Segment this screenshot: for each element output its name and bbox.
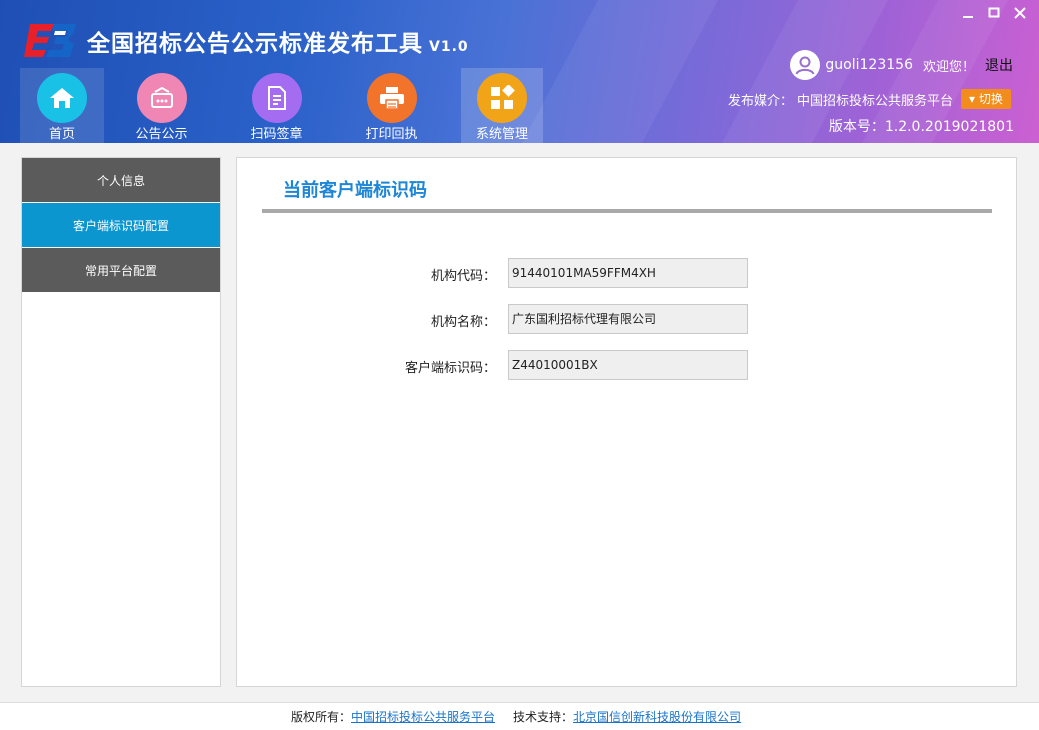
nav-system-management-label: 系统管理 (475, 127, 528, 142)
title-divider (262, 209, 992, 213)
nav-system-management[interactable]: 系统管理 (461, 68, 543, 143)
nav-announcement[interactable]: 公告公示 (104, 68, 219, 143)
minimize-button[interactable] (959, 4, 977, 22)
build-version: 版本号：1.2.0.2019021801 (828, 119, 1014, 135)
copyright-label: 版权所有： (291, 710, 352, 724)
page-title: 当前客户端标识码 (283, 180, 427, 201)
app-title-text: 全国招标公告公示标准发布工具 (87, 31, 423, 57)
nav-print-receipt-label: 打印回执 (365, 127, 418, 142)
org-code-field[interactable]: 91440101MA59FFM4XH (508, 258, 748, 288)
client-id-field[interactable]: Z44010001BX (508, 350, 748, 380)
app-version-tag: V1.0 (429, 39, 469, 55)
sidebar: 个人信息 客户端标识码配置 常用平台配置 (21, 157, 221, 687)
support-link[interactable]: 北京国信创新科技股份有限公司 (573, 710, 741, 724)
media-value: 中国招标投标公共服务平台 (797, 93, 954, 109)
nav-announcement-circle (136, 73, 187, 123)
sidebar-item-label: 个人信息 (96, 173, 145, 188)
nav-scan-sign-label: 扫码签章 (250, 127, 303, 142)
sidebar-item-label: 常用平台配置 (84, 263, 157, 278)
main-nav: 首页 公告公示 扫码签章 打印回执 系统管理 (20, 68, 543, 143)
form-row-org-code: 机构代码： 91440101MA59FFM4XH (237, 258, 1018, 288)
window-controls (959, 4, 1029, 22)
username: guoli123156 (825, 57, 913, 73)
maximize-icon (988, 7, 1000, 18)
org-code-label: 机构代码： (430, 269, 496, 284)
minimize-icon (963, 16, 973, 18)
printer-icon (379, 87, 404, 110)
sidebar-item-label: 客户端标识码配置 (72, 218, 169, 233)
close-button[interactable] (1011, 4, 1029, 22)
nav-scan-sign[interactable]: 扫码签章 (219, 68, 334, 143)
nav-home[interactable]: 首页 (20, 68, 104, 143)
app-title: 全国招标公告公示标准发布工具 V1.0 (87, 24, 469, 58)
welcome-text: 欢迎您！ (922, 59, 975, 75)
media-label: 发布媒介： (728, 93, 794, 109)
org-name-label: 机构名称： (430, 315, 496, 330)
user-area: guoli123156 欢迎您！ 退出 (790, 50, 1013, 80)
nav-announcement-label: 公告公示 (135, 127, 188, 142)
logout-link[interactable]: 退出 (985, 55, 1013, 75)
nav-system-management-circle (477, 73, 527, 123)
app-logo-icon (24, 24, 76, 57)
switch-media-button[interactable]: ▾ 切换 (961, 89, 1011, 109)
nav-print-receipt-circle (366, 73, 417, 123)
sidebar-item-platform-config[interactable]: 常用平台配置 (22, 248, 220, 293)
client-id-label: 客户端标识码： (404, 361, 496, 376)
org-name-field[interactable]: 广东国利招标代理有限公司 (508, 304, 748, 334)
copyright-link[interactable]: 中国招标投标公共服务平台 (351, 710, 495, 724)
form-row-org-name: 机构名称： 广东国利招标代理有限公司 (237, 304, 1018, 334)
avatar (790, 50, 821, 80)
publish-media-row: 发布媒介： 中国招标投标公共服务平台 ▾ 切换 (728, 89, 1011, 109)
nav-scan-sign-circle (251, 73, 302, 123)
nav-home-circle (37, 73, 87, 123)
footer-content: 版权所有：中国招标投标公共服务平台 技术支持：北京国信创新科技股份有限公司 (291, 708, 741, 725)
close-icon (1014, 7, 1026, 19)
form-row-client-id: 客户端标识码： Z44010001BX (237, 350, 1018, 380)
nav-print-receipt[interactable]: 打印回执 (334, 68, 449, 143)
footer: 版权所有：中国招标投标公共服务平台 技术支持：北京国信创新科技股份有限公司 (0, 702, 1039, 730)
sidebar-item-client-id-config[interactable]: 客户端标识码配置 (22, 203, 220, 248)
support-label: 技术支持： (513, 710, 574, 724)
app-header: 全国招标公告公示标准发布工具 V1.0 首页 公告公示 扫码签章 打印回执 系统… (0, 0, 1039, 143)
home-icon (50, 88, 74, 108)
main-panel: 当前客户端标识码 机构代码： 91440101MA59FFM4XH 机构名称： … (236, 157, 1017, 687)
header-decoration (521, 0, 719, 143)
maximize-button[interactable] (985, 4, 1003, 22)
announcement-icon (150, 86, 173, 108)
sidebar-item-personal-info[interactable]: 个人信息 (22, 158, 220, 203)
nav-home-label: 首页 (48, 127, 75, 142)
user-icon (795, 56, 815, 75)
settings-grid-icon (491, 85, 515, 109)
document-icon (267, 86, 286, 110)
